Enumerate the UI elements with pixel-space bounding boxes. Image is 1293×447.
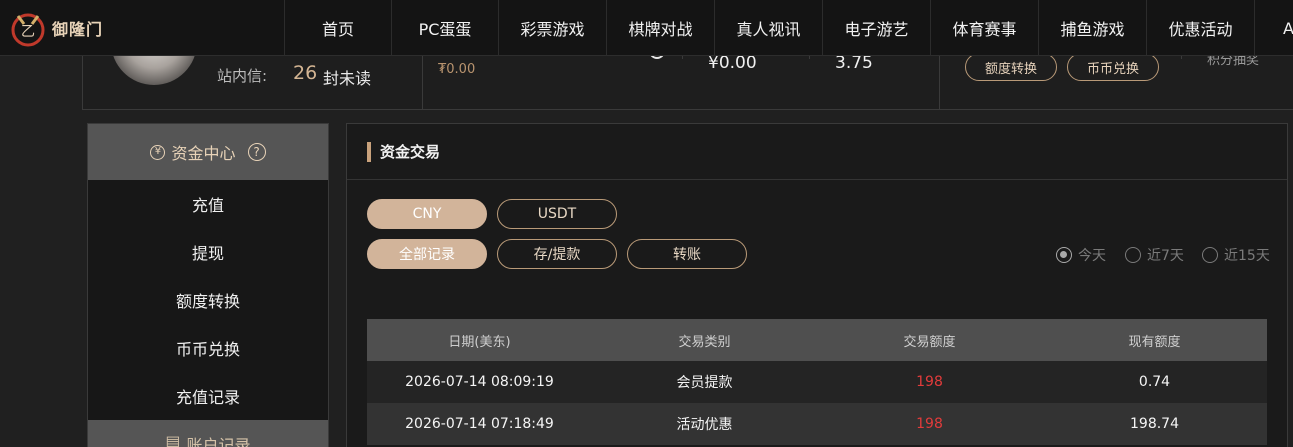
radio-checked-icon <box>1056 247 1072 263</box>
mail-label: 站内信: <box>217 67 268 85</box>
mail-count[interactable]: 26 <box>293 62 317 84</box>
nav-chess[interactable]: 棋牌对战 <box>606 0 714 56</box>
nav-slots[interactable]: 电子游艺 <box>822 0 930 56</box>
quota-transfer-button[interactable]: 额度转换 <box>965 53 1057 81</box>
column-amount: 交易额度 <box>903 334 956 350</box>
yen-coin-icon: ¥ <box>150 144 166 160</box>
nav-home[interactable]: 首页 <box>284 0 391 56</box>
tab-transfer[interactable]: 转账 <box>627 239 747 269</box>
fund-sidebar: ¥ 资金中心 ? 充值 提现 额度转换 币币兑换 充值记录 ▤ 账户记录 <box>87 123 329 447</box>
table-row: 2026-07-14 07:18:49 活动优惠 198 198.74 <box>367 403 1267 445</box>
nav-lottery[interactable]: 彩票游戏 <box>498 0 606 56</box>
cell-amount: 198 <box>916 416 943 432</box>
sidebar-item-deposit-records[interactable]: 充值记录 <box>88 372 328 420</box>
cell-type: 会员提款 <box>676 375 733 391</box>
range-15-days-label: 近15天 <box>1224 248 1270 264</box>
fund-center-header: ¥ 资金中心 ? <box>88 124 328 180</box>
nav-promotions[interactable]: 优惠活动 <box>1146 0 1254 56</box>
account-records-title: 账户记录 <box>186 436 251 447</box>
cell-date: 2026-07-14 08:09:19 <box>405 374 554 390</box>
column-type: 交易类别 <box>678 334 731 350</box>
svg-text:乙: 乙 <box>21 24 35 40</box>
range-7-days[interactable]: 近7天 <box>1125 245 1184 265</box>
cell-balance: 0.74 <box>1138 374 1171 390</box>
fund-center-title: 资金中心 <box>171 144 236 163</box>
column-date: 日期(美东) <box>448 334 511 350</box>
nav-pc-egg[interactable]: PC蛋蛋 <box>391 0 498 56</box>
help-icon[interactable]: ? <box>247 143 266 161</box>
nav-sports[interactable]: 体育赛事 <box>930 0 1038 56</box>
document-icon: ▤ <box>165 432 181 447</box>
nav-live-casino[interactable]: 真人视讯 <box>714 0 822 56</box>
radio-icon <box>1125 247 1141 263</box>
title-accent-bar <box>367 141 371 162</box>
table-header: 日期(美东) 交易类别 交易额度 现有额度 <box>367 319 1267 361</box>
sidebar-item-withdraw[interactable]: 提现 <box>88 228 328 276</box>
brand-logo[interactable]: 乙 御隆门 <box>6 6 106 50</box>
account-records-header[interactable]: ▤ 账户记录 <box>88 420 328 447</box>
usdt-balance: ₮0.00 <box>438 62 476 77</box>
page-title: 资金交易 <box>380 143 441 161</box>
cell-type: 活动优惠 <box>676 417 733 433</box>
exchange-rate: 3.75 <box>835 53 873 73</box>
coin-exchange-button[interactable]: 币币兑换 <box>1067 53 1159 81</box>
tab-deposit-withdraw[interactable]: 存/提款 <box>497 239 617 269</box>
nav-app[interactable]: AP <box>1254 0 1293 56</box>
column-balance: 现有额度 <box>1128 334 1181 350</box>
logo-text: 御隆门 <box>52 20 104 39</box>
cell-amount: 198 <box>916 374 943 390</box>
sidebar-item-coin-exchange[interactable]: 币币兑换 <box>88 324 328 372</box>
tab-cny[interactable]: CNY <box>367 199 487 229</box>
cny-balance: ¥0.00 <box>708 53 757 73</box>
radio-icon <box>1202 247 1218 263</box>
main-nav: 首页 PC蛋蛋 彩票游戏 棋牌对战 真人视讯 电子游艺 体育赛事 捕鱼游戏 优惠… <box>284 0 1293 56</box>
tab-usdt[interactable]: USDT <box>497 199 617 229</box>
tab-all-records[interactable]: 全部记录 <box>367 239 487 269</box>
cell-balance: 198.74 <box>1130 416 1179 432</box>
range-15-days[interactable]: 近15天 <box>1202 245 1270 265</box>
transactions-table: 日期(美东) 交易类别 交易额度 现有额度 2026-07-14 08:09:1… <box>367 319 1267 445</box>
sidebar-item-deposit[interactable]: 充值 <box>88 180 328 228</box>
range-7-days-label: 近7天 <box>1147 248 1184 264</box>
cell-date: 2026-07-14 07:18:49 <box>405 416 554 432</box>
fund-transactions-panel: 资金交易 CNY USDT 全部记录 存/提款 转账 今天 近7天 近15天 日… <box>346 123 1288 447</box>
range-today[interactable]: 今天 <box>1056 245 1106 265</box>
sidebar-item-quota-transfer[interactable]: 额度转换 <box>88 276 328 324</box>
top-navigation: 乙 御隆门 首页 PC蛋蛋 彩票游戏 棋牌对战 真人视讯 电子游艺 体育赛事 捕… <box>0 0 1293 56</box>
table-row: 2026-07-14 08:09:19 会员提款 198 0.74 <box>367 361 1267 403</box>
dragon-logo-icon: 乙 <box>11 13 45 47</box>
range-today-label: 今天 <box>1078 248 1106 264</box>
panel-header: 资金交易 <box>347 124 1287 180</box>
mail-unread-label: 封未读 <box>323 69 372 88</box>
nav-fishing[interactable]: 捕鱼游戏 <box>1038 0 1146 56</box>
